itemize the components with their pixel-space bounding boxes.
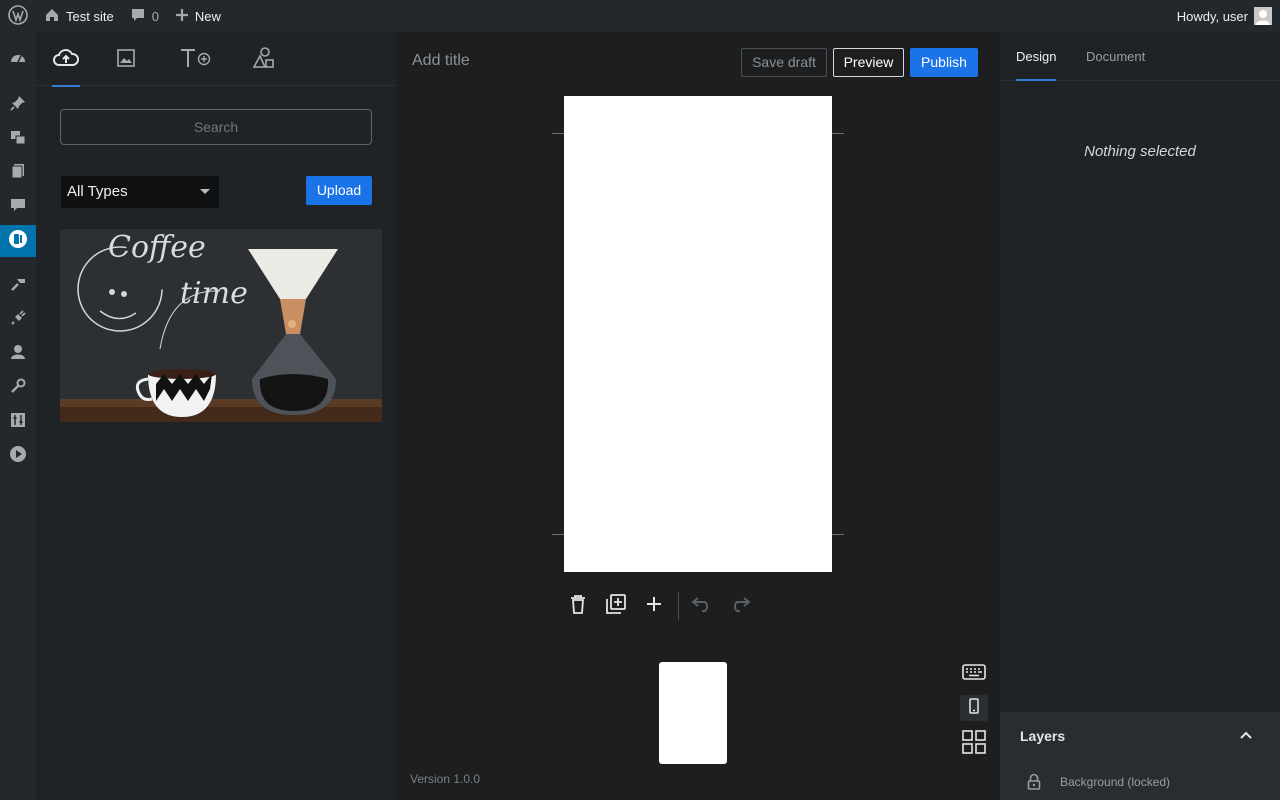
tab-image[interactable]	[108, 42, 144, 78]
stories-icon	[8, 229, 28, 254]
menu-users[interactable]	[0, 338, 36, 370]
tools-icon	[9, 377, 27, 400]
text-icon	[179, 47, 213, 74]
lock-icon	[1024, 772, 1044, 792]
menu-settings[interactable]	[0, 406, 36, 438]
shapes-icon	[252, 46, 276, 74]
layers-panel: Layers Background (locked)	[1000, 712, 1280, 800]
undo-icon	[690, 596, 714, 617]
toolbar-divider	[678, 592, 679, 620]
menu-tools[interactable]	[0, 372, 36, 404]
search-input[interactable]	[60, 109, 372, 145]
new-content-link[interactable]: New	[167, 0, 229, 32]
tab-shapes[interactable]	[246, 42, 282, 78]
upload-button[interactable]: Upload	[306, 176, 372, 205]
comments-link[interactable]: 0	[122, 0, 167, 32]
type-filter-dropdown[interactable]: All Types	[61, 176, 219, 208]
avatar	[1254, 7, 1272, 25]
tab-media-upload[interactable]	[48, 42, 84, 87]
image-icon	[116, 48, 136, 73]
menu-media-player[interactable]	[0, 440, 36, 472]
add-page-button[interactable]	[640, 593, 668, 619]
tab-design[interactable]: Design	[1016, 49, 1057, 81]
layer-name: Background (locked)	[1060, 775, 1171, 789]
grid-icon	[962, 729, 986, 759]
redo-button[interactable]	[726, 593, 754, 619]
menu-plugins[interactable]	[0, 304, 36, 336]
type-filter-value: All Types	[67, 183, 128, 200]
redo-icon	[728, 596, 752, 617]
plus-icon	[175, 8, 189, 25]
user-account[interactable]: Howdy, user	[1177, 0, 1272, 32]
chevron-up-icon	[1239, 727, 1253, 745]
inspector-tabs: Design Document	[1000, 32, 1280, 81]
duplicate-page-button[interactable]	[602, 593, 630, 619]
appearance-icon	[9, 275, 27, 298]
preview-button[interactable]: Preview	[833, 48, 904, 77]
site-name-link[interactable]: Test site	[36, 0, 122, 32]
caret-down-icon	[200, 189, 210, 194]
menu-comments[interactable]	[0, 191, 36, 223]
menu-appearance[interactable]	[0, 270, 36, 302]
tab-document[interactable]: Document	[1086, 49, 1145, 64]
layers-title: Layers	[1020, 728, 1066, 744]
plugins-icon	[9, 309, 27, 332]
wordpress-icon	[8, 4, 28, 28]
collapse-layers-button[interactable]	[1236, 728, 1256, 744]
plus-icon	[646, 596, 662, 617]
comment-bubble-icon	[130, 7, 146, 26]
media-item-coffee[interactable]: Coffee time	[60, 229, 382, 422]
page-thumbnail[interactable]	[659, 662, 727, 764]
layer-item[interactable]: Background (locked)	[1000, 768, 1280, 800]
new-label: New	[194, 8, 221, 24]
play-icon	[9, 445, 27, 468]
story-title-input[interactable]: Add title	[412, 52, 470, 70]
dashboard-icon	[9, 49, 27, 72]
photo-caption-word-1: Coffee	[108, 230, 206, 265]
undo-button[interactable]	[688, 593, 716, 619]
empty-selection-message: Nothing selected	[1084, 143, 1196, 160]
keyboard-shortcuts-button[interactable]	[960, 661, 988, 687]
pin-icon	[9, 94, 27, 117]
publish-button[interactable]: Publish	[910, 48, 978, 77]
coffee-photo: Coffee time	[60, 229, 382, 422]
comments-count: 0	[151, 8, 159, 24]
menu-posts[interactable]	[0, 89, 36, 121]
settings-icon	[9, 411, 27, 434]
phone-icon	[968, 697, 980, 719]
keyboard-icon	[962, 663, 986, 685]
media-icon	[9, 128, 27, 151]
delete-page-button[interactable]	[564, 593, 592, 619]
menu-stories[interactable]	[0, 225, 36, 257]
users-icon	[9, 343, 27, 366]
version-label: Version 1.0.0	[410, 772, 481, 786]
menu-dashboard[interactable]	[0, 44, 36, 76]
phone-preview-button[interactable]	[960, 695, 988, 721]
library-panel: All Types Upload Coffee time	[36, 32, 396, 800]
greeting: Howdy, user	[1176, 8, 1248, 24]
site-name: Test site	[66, 8, 114, 24]
duplicate-icon	[606, 593, 626, 619]
upload-icon	[53, 48, 79, 73]
admin-menu	[0, 32, 36, 800]
editor-workspace: Add title Save draft Preview Publish Ver…	[396, 32, 1000, 800]
comments-icon	[9, 196, 27, 219]
story-page-canvas[interactable]	[564, 96, 832, 572]
home-icon	[44, 7, 60, 26]
admin-bar: Test site 0 New Howdy, user	[0, 0, 1280, 32]
trash-icon	[569, 594, 587, 619]
menu-media[interactable]	[0, 123, 36, 155]
grid-view-button[interactable]	[960, 729, 988, 759]
inspector-panel: Design Document Nothing selected Layers …	[1000, 32, 1280, 800]
save-draft-button[interactable]: Save draft	[741, 48, 827, 77]
menu-pages[interactable]	[0, 157, 36, 189]
wordpress-logo[interactable]	[0, 0, 36, 32]
pages-icon	[9, 162, 27, 185]
photo-caption-word-2: time	[180, 276, 248, 311]
library-tabs	[36, 32, 396, 87]
tab-text[interactable]	[176, 42, 216, 78]
